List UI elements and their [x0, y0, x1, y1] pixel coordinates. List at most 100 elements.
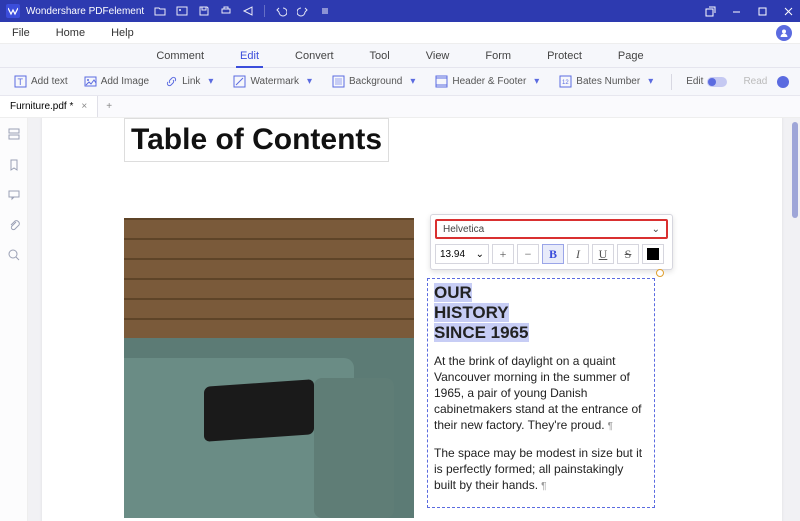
window-minimize-icon[interactable]: [730, 5, 742, 17]
tab-page[interactable]: Page: [614, 48, 648, 64]
tab-convert[interactable]: Convert: [291, 48, 338, 64]
tab-tool[interactable]: Tool: [366, 48, 394, 64]
background-button[interactable]: Background ▾: [326, 75, 425, 88]
rotate-handle-icon[interactable]: [656, 269, 664, 277]
heading-line-3[interactable]: SINCE 1965: [434, 323, 529, 342]
redo-icon[interactable]: [297, 5, 309, 17]
new-tab-button[interactable]: +: [98, 101, 120, 112]
heading-line-2[interactable]: HISTORY: [434, 303, 509, 322]
image-tool-icon: [84, 75, 97, 88]
comments-icon[interactable]: [7, 188, 21, 202]
furniture-image[interactable]: [124, 218, 414, 518]
print-icon[interactable]: [220, 5, 232, 17]
decrease-size-button[interactable]: −: [517, 244, 539, 264]
font-family-select[interactable]: Helvetica ⌄: [435, 219, 668, 239]
add-image-button[interactable]: Add Image: [78, 75, 155, 88]
dropdown-icon[interactable]: [319, 5, 331, 17]
watermark-icon: [233, 75, 246, 88]
chevron-down-icon: ⌄: [476, 249, 484, 260]
left-sidebar: [0, 118, 28, 521]
text-color-button[interactable]: [642, 244, 664, 264]
tab-form[interactable]: Form: [481, 48, 515, 64]
italic-button[interactable]: I: [567, 244, 589, 264]
undo-icon[interactable]: [275, 5, 287, 17]
header-footer-button[interactable]: Header & Footer ▾: [429, 75, 549, 88]
search-icon[interactable]: [7, 248, 21, 262]
title-bar: Wondershare PDFelement: [0, 0, 800, 22]
watermark-button[interactable]: Watermark ▾: [227, 75, 322, 88]
font-size-select[interactable]: 13.94 ⌄: [435, 244, 489, 264]
menu-file[interactable]: File: [8, 25, 34, 41]
pdf-page: Table of Contents Helvetica ⌄ 13.94 ⌄ + …: [42, 118, 782, 521]
svg-text:T: T: [18, 77, 24, 87]
link-button[interactable]: Link ▾: [159, 75, 223, 88]
bates-icon: 12: [559, 75, 572, 88]
chevron-down-icon: ▾: [204, 75, 217, 88]
link-icon: [165, 75, 178, 88]
bookmark-icon[interactable]: [7, 158, 21, 172]
window-close-icon[interactable]: [782, 5, 794, 17]
open-icon[interactable]: [154, 5, 166, 17]
save-icon[interactable]: [198, 5, 210, 17]
chevron-down-icon: ▾: [303, 75, 316, 88]
chevron-down-icon: ▾: [644, 75, 657, 88]
tab-edit[interactable]: Edit: [236, 48, 263, 64]
tab-view[interactable]: View: [422, 48, 454, 64]
titlebar-separator: [264, 5, 265, 17]
workspace: Table of Contents Helvetica ⌄ 13.94 ⌄ + …: [0, 118, 800, 521]
chevron-down-icon: ⌄: [652, 224, 660, 235]
vertical-scrollbar[interactable]: [792, 122, 798, 218]
options-dot-icon[interactable]: [777, 76, 789, 88]
edit-mode-toggle[interactable]: Edit: [680, 76, 733, 87]
font-family-value: Helvetica: [443, 224, 484, 235]
edit-toolbar: T Add text Add Image Link ▾ Watermark ▾ …: [0, 68, 800, 96]
bates-label: Bates Number: [576, 76, 640, 87]
window-maximize-icon[interactable]: [756, 5, 768, 17]
file-tabs-bar: Furniture.pdf * × +: [0, 96, 800, 118]
increase-size-button[interactable]: +: [492, 244, 514, 264]
selected-text-box[interactable]: OUR HISTORY SINCE 1965 At the brink of d…: [427, 278, 655, 508]
menu-home[interactable]: Home: [52, 25, 89, 41]
link-label: Link: [182, 76, 200, 87]
background-icon: [332, 75, 345, 88]
color-swatch-icon: [647, 248, 659, 260]
menu-help[interactable]: Help: [107, 25, 138, 41]
tab-comment[interactable]: Comment: [152, 48, 208, 64]
thumbnails-icon[interactable]: [7, 128, 21, 142]
background-label: Background: [349, 76, 402, 87]
font-size-value: 13.94: [440, 249, 465, 260]
image-icon[interactable]: [176, 5, 188, 17]
strikethrough-button[interactable]: S: [617, 244, 639, 264]
file-tab-name: Furniture.pdf *: [10, 101, 73, 112]
tab-protect[interactable]: Protect: [543, 48, 586, 64]
close-tab-icon[interactable]: ×: [81, 101, 87, 112]
bates-number-button[interactable]: 12 Bates Number ▾: [553, 75, 663, 88]
document-canvas[interactable]: Table of Contents Helvetica ⌄ 13.94 ⌄ + …: [28, 118, 800, 521]
chevron-down-icon: ▾: [406, 75, 419, 88]
svg-text:12: 12: [562, 80, 569, 86]
window-newwindow-icon[interactable]: [704, 5, 716, 17]
user-avatar-icon[interactable]: [776, 25, 792, 41]
chevron-down-icon: ▾: [530, 75, 543, 88]
toc-heading[interactable]: Table of Contents: [124, 118, 389, 162]
bold-button[interactable]: B: [542, 244, 564, 264]
underline-button[interactable]: U: [592, 244, 614, 264]
text-icon: T: [14, 75, 27, 88]
attachment-icon[interactable]: [7, 218, 21, 232]
header-footer-icon: [435, 75, 448, 88]
text-format-toolbar: Helvetica ⌄ 13.94 ⌄ + − B I U S: [430, 214, 673, 270]
share-icon[interactable]: [242, 5, 254, 17]
add-text-button[interactable]: T Add text: [8, 75, 74, 88]
toolbar-separator: [671, 74, 672, 90]
add-text-label: Add text: [31, 76, 68, 87]
body-paragraph-2[interactable]: The space may be modest in size but it i…: [434, 446, 642, 492]
edit-mode-label: Edit: [686, 76, 703, 87]
toggle-on-icon: [707, 77, 727, 87]
read-mode-label: Read: [743, 76, 767, 87]
file-tab[interactable]: Furniture.pdf * ×: [0, 96, 98, 117]
pilcrow-icon: ¶: [608, 421, 613, 432]
header-footer-label: Header & Footer: [452, 76, 526, 87]
app-logo: [6, 4, 20, 18]
heading-line-1[interactable]: OUR: [434, 283, 472, 302]
read-mode-toggle[interactable]: Read: [737, 76, 773, 87]
